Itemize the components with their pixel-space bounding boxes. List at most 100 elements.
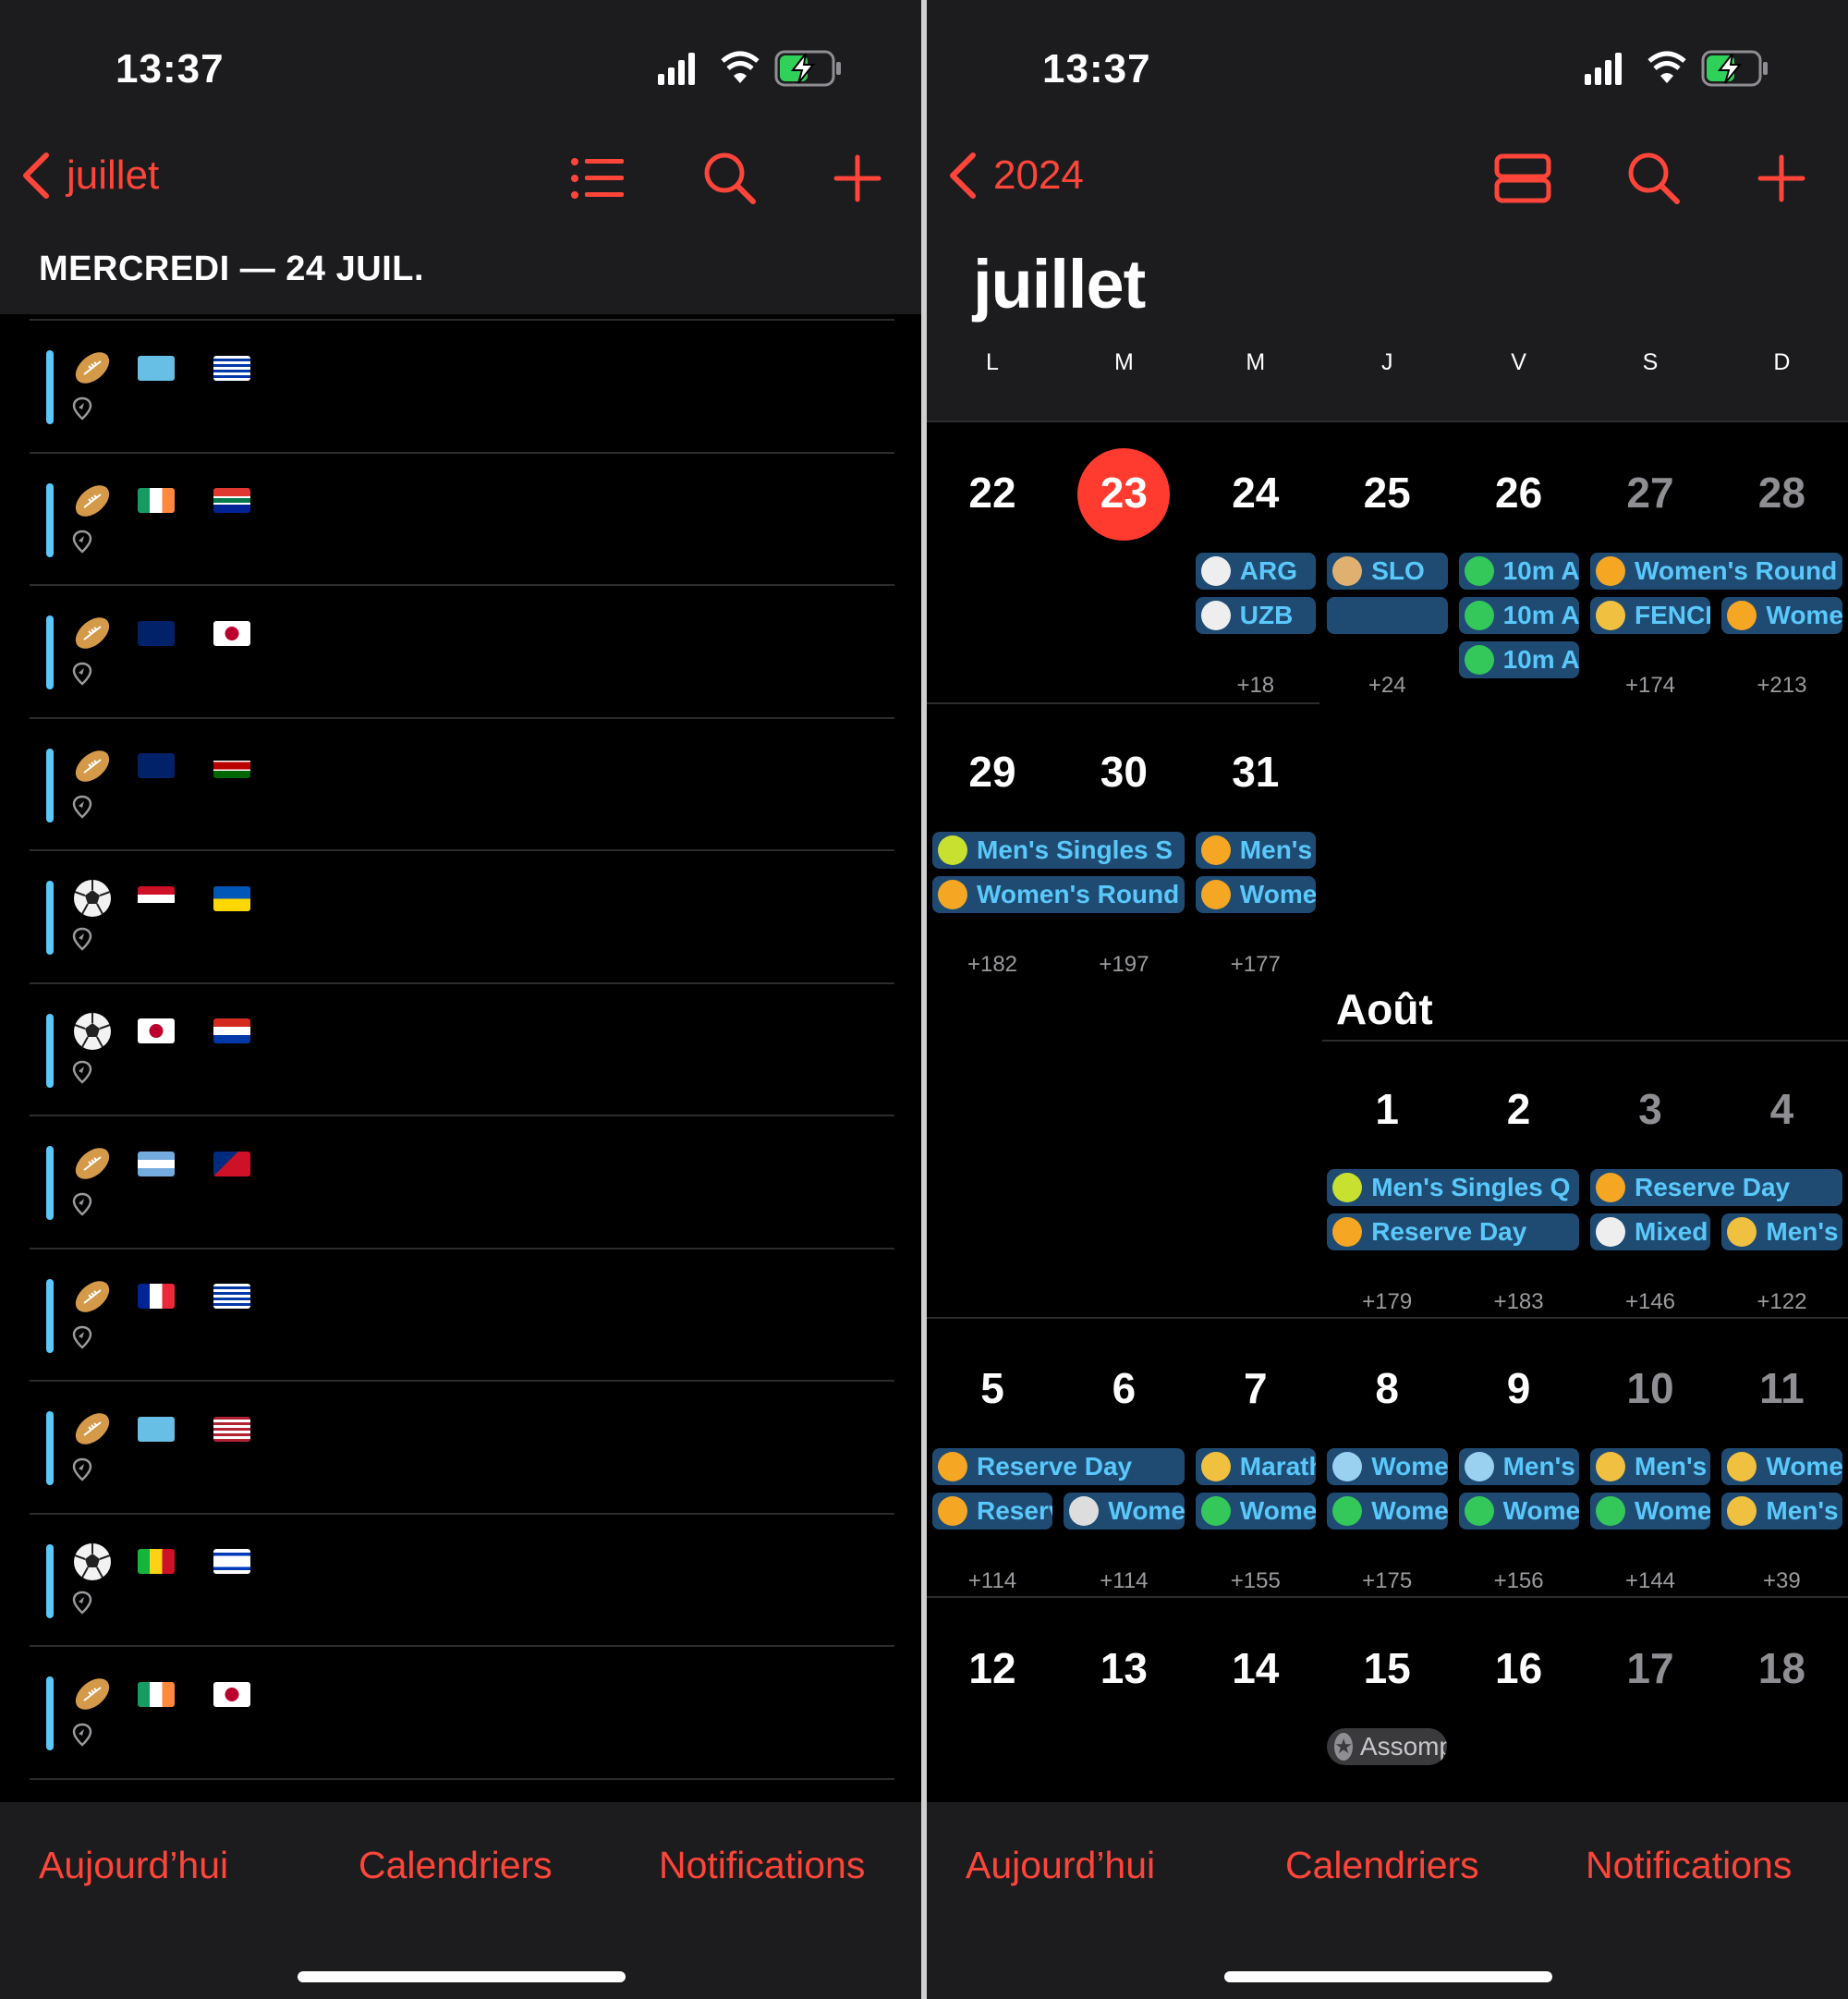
tab-calendars[interactable]: Calendriers [359,1844,553,1887]
more-events-count[interactable]: +174 [1585,673,1716,699]
day-number[interactable]: 2 [1453,1084,1585,1134]
tab-today[interactable]: Aujourd’hui [39,1844,228,1887]
event-chip[interactable]: ARG [1195,553,1317,590]
event-chip[interactable]: 10m A [1458,597,1579,634]
day-number[interactable]: 29 [927,747,1058,797]
more-events-count[interactable]: +144 [1585,1568,1716,1594]
event-chip[interactable]: Reserve Day [932,1448,1185,1485]
more-events-count[interactable]: +156 [1453,1568,1585,1594]
back-button[interactable]: juillet [20,148,159,203]
event-chip[interactable]: 10m A [1458,641,1579,678]
search-button[interactable] [1622,148,1686,209]
event-chip[interactable]: Men's [1721,1493,1842,1530]
day-number[interactable]: 24 [1190,468,1321,518]
day-number[interactable]: 28 [1716,468,1847,518]
more-events-count[interactable]: +146 [1585,1289,1716,1315]
event-chip[interactable]: Women's Round [932,876,1185,913]
event-chip[interactable]: Men's Singles Q [1327,1169,1579,1206]
more-events-count[interactable]: +177 [1190,952,1321,978]
more-events-count[interactable]: +122 [1716,1289,1847,1315]
event-chip[interactable]: FENCING [1590,597,1711,634]
more-events-count[interactable]: +175 [1321,1568,1453,1594]
search-button[interactable] [698,148,762,209]
day-number[interactable]: 6 [1058,1363,1189,1413]
event-row[interactable] [30,451,894,584]
more-events-count[interactable]: +182 [927,952,1058,978]
event-chip[interactable]: Women [1458,1493,1579,1530]
event-row[interactable] [30,1645,894,1777]
holiday-chip[interactable]: ★Assomption [1327,1728,1448,1765]
more-events-count[interactable]: +24 [1321,673,1453,699]
tab-calendars[interactable]: Calendriers [1285,1844,1479,1887]
event-chip[interactable]: Women [1590,1493,1711,1530]
day-number[interactable]: 8 [1321,1363,1453,1413]
day-number[interactable]: 5 [927,1363,1058,1413]
event-chip[interactable]: Reserve [932,1493,1053,1530]
day-number[interactable]: 14 [1190,1643,1321,1693]
day-number[interactable]: 7 [1190,1363,1321,1413]
event-chip[interactable]: Women [1327,1493,1448,1530]
event-chip[interactable]: Marathon [1195,1448,1317,1485]
event-row[interactable] [30,1380,894,1512]
event-chip[interactable]: Mixed [1590,1213,1711,1250]
event-chip[interactable]: Women [1195,876,1317,913]
day-number[interactable]: 11 [1716,1363,1847,1413]
more-events-count[interactable]: +197 [1058,952,1189,978]
day-number[interactable]: 13 [1058,1643,1189,1693]
event-chip[interactable]: Women [1064,1493,1185,1530]
day-number[interactable]: 16 [1453,1643,1585,1693]
more-events-count[interactable]: +155 [1190,1568,1321,1594]
more-events-count[interactable]: +114 [927,1568,1058,1594]
day-number[interactable]: 15 [1321,1643,1453,1693]
day-number[interactable]: 3 [1585,1084,1716,1134]
event-chip[interactable]: Men's Singles S [932,832,1185,869]
event-chip[interactable]: Women [1195,1493,1317,1530]
more-events-count[interactable]: +213 [1716,673,1847,699]
event-chip[interactable]: Men's [1721,1213,1842,1250]
event-row[interactable] [30,1777,894,1803]
tab-today[interactable]: Aujourd’hui [966,1844,1155,1887]
event-row[interactable] [30,849,894,981]
more-events-count[interactable]: +183 [1453,1289,1585,1315]
event-row[interactable] [30,981,894,1115]
day-number[interactable]: 22 [927,468,1058,518]
more-events-count[interactable]: +114 [1058,1568,1189,1594]
event-chip[interactable]: Reserve Day [1590,1169,1842,1206]
event-chip[interactable]: UZB [1195,597,1317,634]
more-events-count[interactable]: +179 [1321,1289,1453,1315]
day-number[interactable]: 12 [927,1643,1058,1693]
event-chip[interactable]: 10m A [1458,553,1579,590]
day-number[interactable]: 1 [1321,1084,1453,1134]
day-number[interactable]: 18 [1716,1643,1847,1693]
day-number[interactable]: 30 [1058,747,1189,797]
add-event-button[interactable] [825,148,890,209]
event-row[interactable] [30,319,894,451]
event-chip[interactable]: SLO [1327,553,1448,590]
day-number[interactable]: 9 [1453,1363,1585,1413]
back-button[interactable]: 2024 [947,148,1084,203]
event-row[interactable] [30,716,894,849]
day-number[interactable]: 26 [1453,468,1585,518]
list-view-button[interactable] [565,148,630,209]
event-chip[interactable]: Men's [1458,1448,1579,1485]
event-chip[interactable]: Women's Round [1590,553,1842,590]
event-chip[interactable]: Women [1327,1448,1448,1485]
day-number[interactable]: 23 [1058,468,1189,518]
event-row[interactable] [30,1115,894,1247]
event-row[interactable] [30,1247,894,1380]
event-chip[interactable]: Men's [1195,832,1317,869]
event-row[interactable] [30,584,894,716]
event-chip[interactable] [1327,597,1448,634]
day-number[interactable]: 10 [1585,1363,1716,1413]
day-number[interactable]: 4 [1716,1084,1847,1134]
more-events-count[interactable]: +18 [1190,673,1321,699]
tab-notifications[interactable]: Notifications [1586,1844,1792,1887]
view-toggle-button[interactable] [1490,148,1555,209]
day-number[interactable]: 17 [1585,1643,1716,1693]
day-number[interactable]: 27 [1585,468,1716,518]
tab-notifications[interactable]: Notifications [659,1844,865,1887]
event-chip[interactable]: Women [1721,597,1842,634]
more-events-count[interactable]: +39 [1716,1568,1847,1594]
day-number[interactable]: 25 [1321,468,1453,518]
event-row[interactable] [30,1512,894,1645]
